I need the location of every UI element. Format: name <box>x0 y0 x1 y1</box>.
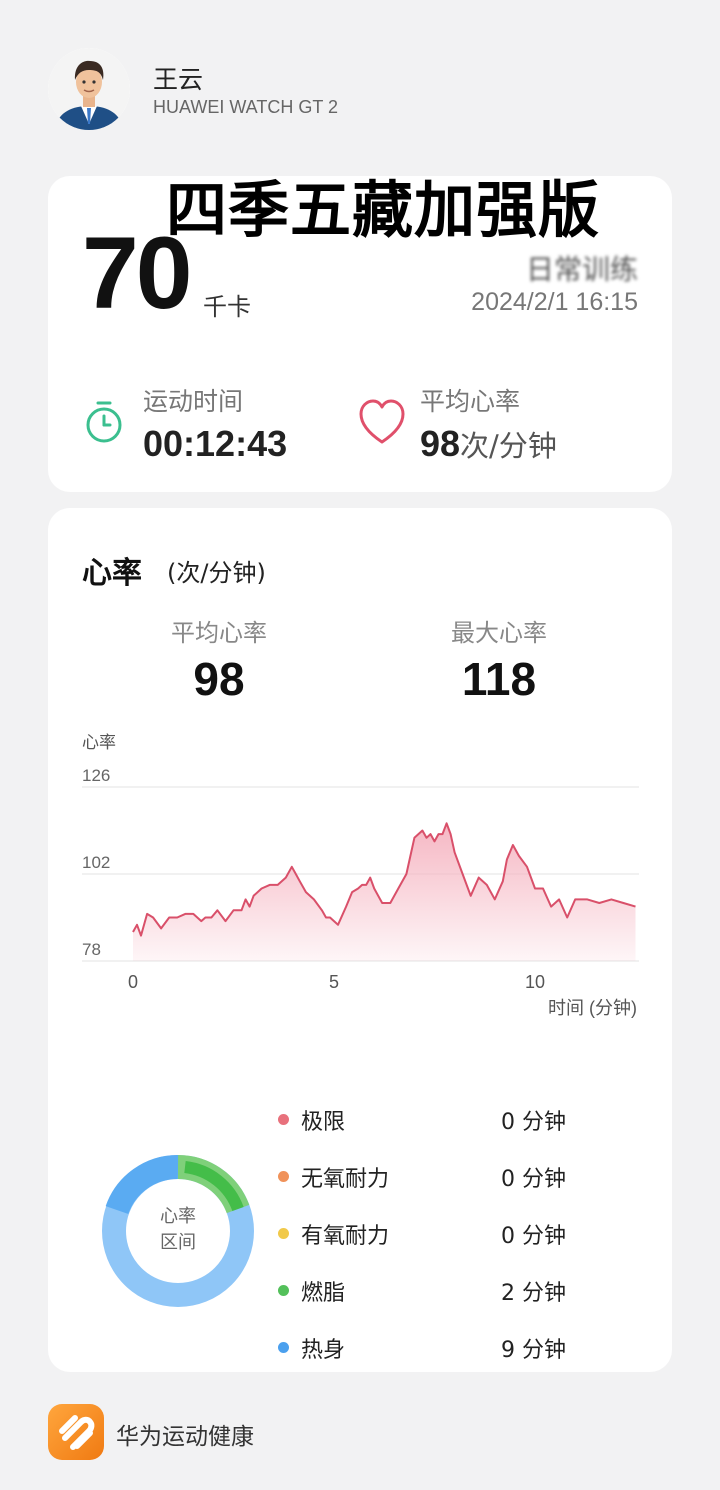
zone-dot-fat-burn <box>278 1285 289 1296</box>
zone-dot-aerobic <box>278 1228 289 1239</box>
zone-name: 热身 <box>301 1338 346 1363</box>
zone-minutes: 9 分钟 <box>501 1338 566 1363</box>
zone-minutes: 2 分钟 <box>501 1281 566 1306</box>
avg-hr-label: 平均心率 <box>420 387 521 416</box>
hr-max-value: 118 <box>461 653 537 705</box>
zone-row-aerobic: 有氧耐力 0 分钟 <box>276 1218 606 1249</box>
avg-hr-value: 98 <box>420 423 461 464</box>
zone-dot-anaerobic <box>278 1171 289 1182</box>
hr-avg-label: 平均心率 <box>171 619 267 647</box>
user-name: 王云 <box>153 65 204 94</box>
zone-row-extreme: 极限 0 分钟 <box>276 1104 606 1135</box>
health-app-icon[interactable] <box>48 1404 104 1460</box>
avatar-illustration <box>48 48 130 130</box>
donut-center-line2: 区间 <box>160 1232 196 1253</box>
workout-datetime: 2024/2/1 16:15 <box>471 288 638 316</box>
user-avatar[interactable] <box>48 48 130 130</box>
calories-unit: 千卡 <box>203 293 251 321</box>
heart-rate-title: 心率 <box>82 556 142 591</box>
donut-center-line1: 心率 <box>160 1206 196 1227</box>
device-name: HUAWEI WATCH GT 2 <box>153 97 339 117</box>
duration-value: 00:12:43 <box>143 423 288 464</box>
avg-hr-unit: 次/分钟 <box>460 429 557 463</box>
zone-row-warmup: 热身 9 分钟 <box>276 1332 606 1363</box>
zone-name: 燃脂 <box>301 1281 346 1306</box>
hr-avg-value: 98 <box>193 653 245 705</box>
zone-name: 无氧耐力 <box>301 1167 390 1192</box>
zone-name: 有氧耐力 <box>301 1224 390 1249</box>
hr-max-label: 最大心率 <box>451 619 547 647</box>
app-name: 华为运动健康 <box>116 1424 254 1450</box>
workout-type: 日常训练 <box>525 253 638 286</box>
zone-name: 极限 <box>301 1110 346 1135</box>
zone-dot-warmup <box>278 1342 289 1353</box>
zone-dot-extreme <box>278 1114 289 1125</box>
workout-record-page: 王云 HUAWEI WATCH GT 2 四季五藏加强版 70 千卡 日常训练 … <box>0 0 720 1490</box>
donut-center-label: 心率 区间 <box>128 1204 228 1256</box>
calories-value: 70 <box>82 216 192 330</box>
zone-row-fat-burn: 燃脂 2 分钟 <box>276 1275 606 1306</box>
zone-minutes: 0 分钟 <box>501 1224 566 1249</box>
duration-label: 运动时间 <box>143 387 244 416</box>
zone-minutes: 0 分钟 <box>501 1110 566 1135</box>
avg-hr-stat: 98次/分钟 <box>420 423 557 465</box>
zone-minutes: 0 分钟 <box>501 1167 566 1192</box>
heart-rate-unit: (次/分钟) <box>167 559 266 587</box>
app-logo-icon <box>59 1415 95 1450</box>
zone-row-anaerobic: 无氧耐力 0 分钟 <box>276 1161 606 1192</box>
